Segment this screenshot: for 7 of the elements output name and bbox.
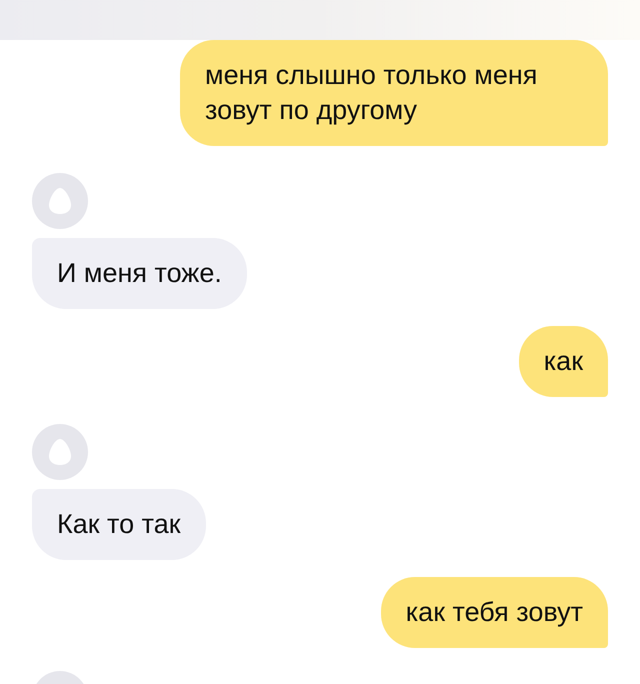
user-message: как тебя зовут — [380, 577, 608, 648]
user-message: как — [518, 326, 608, 397]
assistant-avatar-icon — [32, 424, 88, 480]
user-message: меня слышно только меня зовут по другому — [180, 40, 608, 146]
assistant-message: Как то так — [32, 489, 206, 560]
assistant-avatar-icon — [32, 173, 88, 229]
assistant-message: И меня тоже. — [32, 238, 247, 309]
